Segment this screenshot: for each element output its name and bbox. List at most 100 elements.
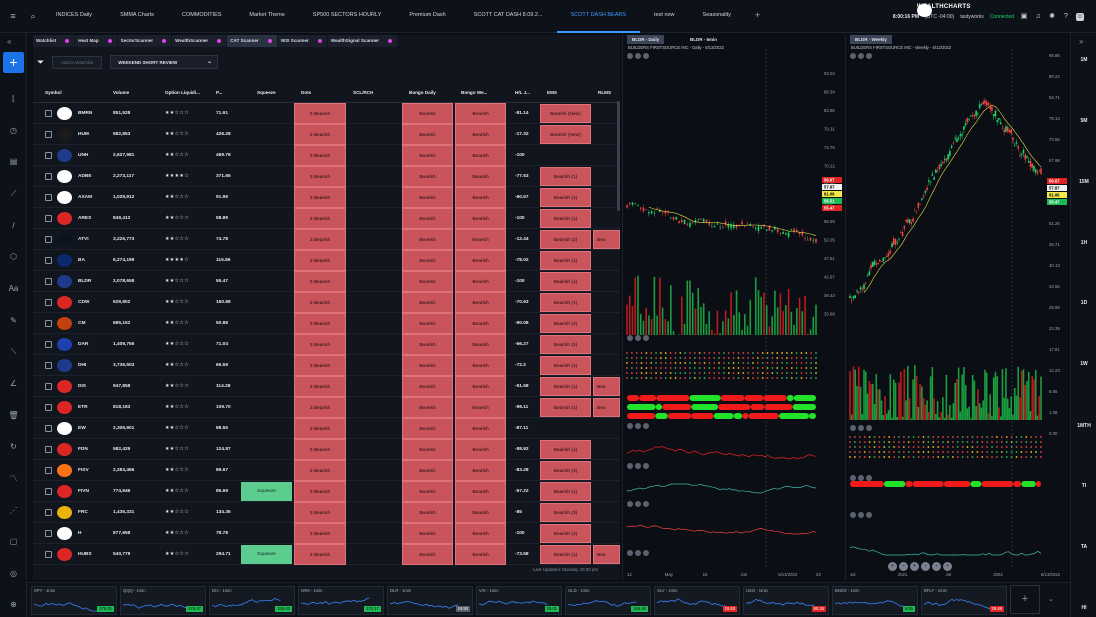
symbol-cell[interactable]: FIVN [78,481,108,502]
eye-icon[interactable] [850,425,856,431]
mini-chart[interactable]: BNDX - 1min 6.55 [832,586,918,615]
row-checkbox[interactable] [45,425,52,432]
mini-chart[interactable]: GLD - 1min 169.93 [565,586,651,615]
mini-chart[interactable]: DIA - 1min 335.63 [209,586,295,615]
timeframe-button[interactable]: 1W [1071,361,1096,367]
close-icon[interactable] [866,512,872,518]
table-row[interactable]: FIVN 774,946 ★★☆☆☆ 85.69 Squeeze 3 Bearish Bea… [33,481,620,502]
target-icon[interactable]: ◎ [8,568,19,579]
zoom-in-icon[interactable]: + [910,562,919,571]
workspace-tab[interactable]: Market Theme [235,0,298,33]
close-icon[interactable] [866,475,872,481]
symbol-cell[interactable]: FDN [78,439,108,460]
row-checkbox[interactable] [45,173,52,180]
globe-icon[interactable]: ⊕ [8,599,19,610]
eye-icon[interactable] [850,53,856,59]
row-checkbox[interactable] [45,278,52,285]
table-row[interactable]: ADBE 2,273,117 ★★★★☆ 371.65 3 Bearish Bearish… [33,166,620,187]
chart-canvas-weekly[interactable]: 95.8690.2284.7179.1373.5667.9862.4056.28… [846,35,1069,580]
forward-icon[interactable]: » [943,562,952,571]
line-tool-icon[interactable]: / [8,220,19,231]
settings-icon[interactable] [858,475,864,481]
workspace-tab[interactable]: SMMA Charts [106,0,168,33]
indicator-controls[interactable] [627,501,649,507]
table-row[interactable]: FDN 582,429 ★★☆☆☆ 124.87 3 Bearish Bearish Bea… [33,439,620,460]
workspace-tab[interactable]: SCOTT DASH BEARS [556,0,641,33]
close-icon[interactable] [866,425,872,431]
indicator-controls[interactable] [627,423,649,429]
settings-icon[interactable]: ✺ [1048,13,1056,21]
rewind-icon[interactable]: « [888,562,897,571]
timeframe-button[interactable]: HI [1071,605,1096,611]
symbol-cell[interactable]: H [78,523,108,544]
collapse-right-icon[interactable]: » [1079,37,1083,46]
symbol-cell[interactable]: UNH [78,145,108,166]
indicator-controls[interactable] [850,512,872,518]
clock-icon[interactable]: ◷ [8,125,19,136]
symbol-cell[interactable]: HUBS [78,544,108,565]
table-row[interactable]: H 877,658 ★★☆☆☆ 78.78 3 Bearish Bearish Bearis… [33,523,620,544]
symbol-cell[interactable]: HUM [78,124,108,145]
table-row[interactable]: FRC 1,435,331 ★★☆☆☆ 134.36 3 Bearish Bearish B… [33,502,620,523]
timeframe-button[interactable]: 5M [1071,118,1096,124]
symbol-cell[interactable]: DHI [78,355,108,376]
workspace-tab[interactable]: COMMODITIES [168,0,235,33]
timeframe-button[interactable]: 1M [1071,57,1096,63]
settings-icon[interactable] [635,463,641,469]
eye-icon[interactable] [627,423,633,429]
timeframe-button[interactable]: TI [1071,483,1096,489]
timeframe-button[interactable]: 1MTH [1071,423,1096,429]
table-row[interactable]: BA 6,274,199 ★★★★☆ 115.86 3 Bearish Bearish Be… [33,250,620,271]
mini-chart[interactable]: SPY - 1min 375.01 [31,586,117,615]
shape-tool-icon[interactable]: ⬡ [8,251,19,262]
symbol-cell[interactable]: DIS [78,376,108,397]
symbol-cell[interactable]: CM [78,313,108,334]
eye-icon[interactable] [627,550,633,556]
table-row[interactable]: DHI 3,736,503 ★★☆☆☆ 66.59 3 Bearish Bearish Be… [33,355,620,376]
indicator-controls[interactable] [850,425,872,431]
row-checkbox[interactable] [45,110,52,117]
table-row[interactable]: DAR 1,409,755 ★★☆☆☆ 71.04 3 Bearish Bearish Be… [33,334,620,355]
pencil-icon[interactable]: ✎ [8,315,19,326]
table-row[interactable]: AXAM 1,029,912 ★★☆☆☆ 91.96 3 Bearish Bearish B… [33,187,620,208]
symbol-cell[interactable]: ATVI [78,229,108,250]
row-checkbox[interactable] [45,488,52,495]
eye-icon[interactable] [627,501,633,507]
indicator-controls[interactable] [627,53,649,59]
eye-icon[interactable] [627,335,633,341]
table-row[interactable]: UNH 2,627,981 ★★☆☆☆ 469.78 3 Bearish Bearish B… [33,145,620,166]
mini-chart[interactable]: SLV - 1min 19.53 [654,586,740,615]
column-header[interactable]: H/L J... [515,82,530,103]
mini-chart[interactable]: IWM - 1min 170.17 [298,586,384,615]
row-checkbox[interactable] [45,530,52,537]
row-checkbox[interactable] [45,215,52,222]
settings-icon[interactable] [858,425,864,431]
workspace-tab[interactable]: SP500 SECTORS HOURLY [299,0,396,33]
column-header[interactable]: SCL/RCH [353,82,373,103]
pan-left-icon[interactable]: ‹ [921,562,930,571]
indicator-controls[interactable] [850,475,872,481]
table-row[interactable]: BLDR 2,078,658 ★★☆☆☆ 55.47 3 Bearish Bearish B… [33,271,620,292]
chat-icon[interactable]: ▢ [8,536,19,547]
row-checkbox[interactable] [45,236,52,243]
add-mini-chart-button[interactable]: + [1010,585,1040,614]
eye-icon[interactable] [627,53,633,59]
symbol-cell[interactable]: ADBE [78,166,108,187]
avatar[interactable]: ☺ [1076,12,1084,21]
close-icon[interactable] [643,335,649,341]
close-icon[interactable] [643,423,649,429]
row-checkbox[interactable] [45,551,52,558]
eye-icon[interactable] [850,512,856,518]
timeframe-button[interactable]: 1H [1071,240,1096,246]
notification-icon[interactable]: ♫ [1034,13,1042,21]
text-tool-icon[interactable]: Aa [8,283,19,294]
row-checkbox[interactable] [45,299,52,306]
menu-icon[interactable]: ≡ [8,11,18,21]
table-row[interactable]: ETR 818,183 ★★☆☆☆ 109.70 3 Bearish Bearish Bea… [33,397,620,418]
row-checkbox[interactable] [45,131,52,138]
table-row[interactable]: EW 2,306,901 ★★☆☆☆ 88.55 3 Bearish Bearish Bea… [33,418,620,439]
chart-canvas-daily[interactable]: 93.0488.3483.8579.3174.7670.2265.6861.14… [623,35,844,580]
workspace-tab[interactable]: Seasonality [689,0,745,33]
add-to-watchlist-button[interactable]: Add to Watchlist [52,55,103,69]
settings-icon[interactable] [858,512,864,518]
